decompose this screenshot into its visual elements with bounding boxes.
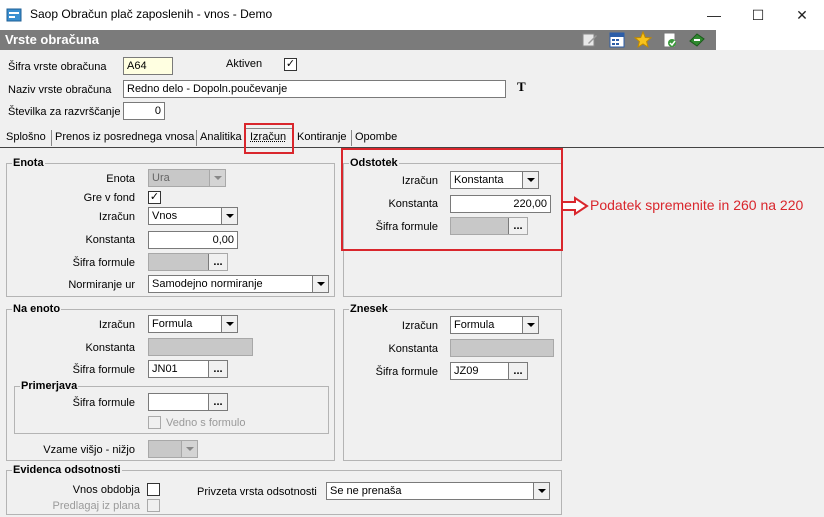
chevron-down-icon[interactable]	[221, 316, 237, 332]
annotation-text: Podatek spremenite in 260 na 220	[590, 197, 804, 213]
primerjava-title: Primerjava	[20, 380, 79, 392]
enota-enota-select: Ura	[148, 169, 226, 187]
window-title: Saop Obračun plač zaposlenih - vnos - De…	[30, 7, 273, 21]
tab-analitika[interactable]: Analitika	[200, 131, 242, 143]
refresh-icon[interactable]	[661, 31, 679, 49]
na-enoto-sifra-formule-input[interactable]: JN01 ...	[148, 360, 228, 378]
calculator-icon[interactable]	[608, 31, 626, 49]
enota-enota-label: Enota	[106, 173, 135, 185]
gre-v-fond-checkbox[interactable]: ✓	[148, 191, 161, 204]
tab-kontiranje[interactable]: Kontiranje	[297, 131, 347, 143]
stevilka-label: Številka za razvrščanje	[8, 106, 121, 118]
form-title: Vrste obračuna	[5, 32, 99, 47]
normiranje-select[interactable]: Samodejno normiranje	[148, 275, 329, 293]
edit-icon[interactable]	[581, 31, 599, 49]
aktiven-checkbox[interactable]: ✓	[284, 58, 297, 71]
minimize-button[interactable]: —	[692, 0, 736, 30]
enota-title: Enota	[12, 157, 45, 169]
znesek-izracun-label: Izračun	[401, 320, 438, 332]
chevron-down-icon[interactable]	[522, 317, 538, 333]
enota-konstanta-label: Konstanta	[85, 234, 135, 246]
tab-splosno[interactable]: Splošno	[6, 131, 46, 143]
vzame-select	[148, 440, 198, 458]
app-icon	[6, 7, 22, 23]
lookup-button[interactable]: ...	[208, 361, 227, 377]
chevron-down-icon	[181, 441, 197, 457]
font-style-icon[interactable]: T	[517, 79, 526, 95]
enota-enota-dropdown-icon	[209, 170, 225, 186]
lookup-button[interactable]: ...	[208, 394, 227, 410]
tab-prenos[interactable]: Prenos iz posrednega vnosa	[55, 131, 194, 143]
chevron-down-icon[interactable]	[312, 276, 328, 292]
arrow-right-icon	[561, 196, 589, 216]
privzeta-select[interactable]: Se ne prenaša	[326, 482, 550, 500]
toolbar	[716, 30, 824, 50]
predlagaj-label: Predlagaj iz plana	[52, 500, 140, 512]
na-enoto-title: Na enoto	[12, 303, 62, 315]
enota-izracun-label: Izračun	[98, 211, 135, 223]
chevron-down-icon[interactable]	[533, 483, 549, 499]
exit-icon[interactable]	[688, 31, 706, 49]
lookup-button[interactable]: ...	[508, 363, 527, 379]
highlight-odstotek	[341, 148, 563, 251]
naziv-input[interactable]: Redno delo - Dopoln.poučevanje	[123, 80, 506, 98]
chevron-down-icon[interactable]	[221, 208, 237, 224]
znesek-sifra-formule-input[interactable]: JZ09 ...	[450, 362, 528, 380]
primerjava-sifra-input[interactable]: ...	[148, 393, 228, 411]
vzame-label: Vzame višjo - nižjo	[43, 444, 135, 456]
stevilka-input[interactable]: 0	[123, 102, 165, 120]
maximize-button[interactable]: ☐	[736, 0, 780, 30]
na-enoto-izracun-label: Izračun	[98, 319, 135, 331]
vedno-s-formulo-checkbox	[148, 416, 161, 429]
lookup-button[interactable]: ...	[208, 254, 227, 270]
primerjava-sifra-label: Šifra formule	[72, 397, 135, 409]
tab-separator	[51, 130, 52, 146]
na-enoto-konstanta-label: Konstanta	[85, 342, 135, 354]
gre-v-fond-label: Gre v fond	[83, 192, 135, 204]
highlight-izracun-tab	[244, 123, 294, 154]
na-enoto-izracun-select[interactable]: Formula	[148, 315, 238, 333]
normiranje-label: Normiranje ur	[68, 279, 135, 291]
aktiven-label: Aktiven	[226, 58, 263, 70]
znesek-konstanta-label: Konstanta	[388, 343, 438, 355]
enota-konstanta-input[interactable]: 0,00	[148, 231, 238, 249]
enota-izracun-select[interactable]: Vnos	[148, 207, 238, 225]
sifra-input[interactable]: A64	[123, 57, 173, 75]
evidenca-title: Evidenca odsotnosti	[12, 464, 122, 476]
tab-separator	[351, 130, 352, 146]
star-icon[interactable]	[633, 30, 653, 49]
close-button[interactable]: ✕	[780, 0, 824, 30]
znesek-sifra-formule-label: Šifra formule	[375, 366, 438, 378]
enota-sifra-formule-label: Šifra formule	[72, 257, 135, 269]
vnos-obdobja-checkbox[interactable]	[147, 483, 160, 496]
znesek-izracun-select[interactable]: Formula	[450, 316, 539, 334]
sifra-label: Šifra vrste obračuna	[8, 61, 107, 73]
vnos-obdobja-label: Vnos obdobja	[72, 484, 140, 496]
na-enoto-sifra-formule-label: Šifra formule	[72, 364, 135, 376]
znesek-konstanta-input	[450, 339, 554, 357]
na-enoto-konstanta-input	[148, 338, 253, 356]
privzeta-label: Privzeta vrsta odsotnosti	[197, 486, 317, 498]
znesek-title: Znesek	[349, 303, 389, 315]
tab-opombe[interactable]: Opombe	[355, 131, 397, 143]
predlagaj-checkbox	[147, 499, 160, 512]
naziv-label: Naziv vrste obračuna	[8, 84, 112, 96]
enota-sifra-formule-input: ...	[148, 253, 228, 271]
vedno-s-formulo-label: Vedno s formulo	[166, 417, 246, 429]
tab-separator	[196, 130, 197, 146]
